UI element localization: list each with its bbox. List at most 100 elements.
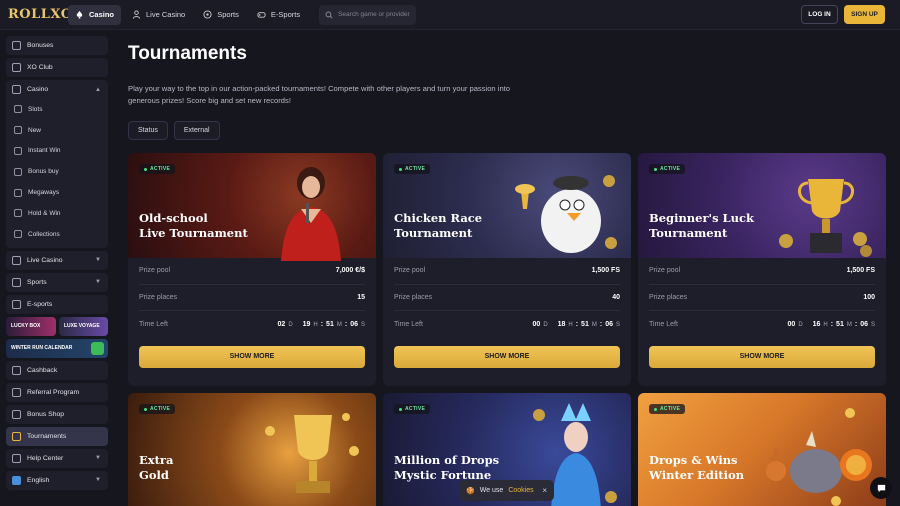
prize-pool-value: 1,500 FS <box>846 267 875 275</box>
active-dot-icon <box>654 167 657 171</box>
prize-places-value: 40 <box>612 293 620 301</box>
card-stats: Prize pool 1,500 FS Prize places 100 Time … <box>638 258 886 338</box>
tournament-card[interactable]: ACTIVE Drops & Wins Winter Edition <box>638 393 886 506</box>
sidebar-item-label: Sports <box>27 278 47 286</box>
gamepad-icon <box>257 12 266 18</box>
language-select[interactable]: English ▼ <box>6 470 108 490</box>
nav-casino[interactable]: Casino <box>68 4 122 25</box>
nav-esports[interactable]: E-Sports <box>250 5 307 25</box>
card-title-line2: Winter Edition <box>649 468 745 482</box>
prize-pool-label: Prize pool <box>394 267 426 275</box>
sidebar-item-casino[interactable]: Casino ▲ <box>6 80 108 99</box>
referral-icon <box>12 387 21 397</box>
promo-lucky-box[interactable]: LUCKY BOX <box>6 316 56 336</box>
show-more-button[interactable]: SHOW MORE <box>649 345 875 368</box>
sidebar-sub-label: New <box>28 126 42 134</box>
timer-days: 00 <box>532 320 541 328</box>
sidebar-sub-slots[interactable]: Slots <box>6 99 108 120</box>
cookie-link[interactable]: Cookies <box>508 487 533 494</box>
filter-external[interactable]: External <box>173 121 220 140</box>
signup-button[interactable]: SIGN UP <box>844 5 885 24</box>
promo-winter-run[interactable]: WINTER RUN CALENDAR <box>6 338 108 358</box>
dealer-illustration <box>281 167 341 261</box>
cart-icon <box>14 167 22 176</box>
sidebar-item-referral[interactable]: Referral Program <box>6 382 108 402</box>
chat-button[interactable] <box>870 477 892 499</box>
card-title-line1: Drops & Wins <box>649 453 738 467</box>
timer-minutes: 51 <box>326 320 334 328</box>
sidebar-sub-instant-win[interactable]: Instant Win <box>6 141 108 162</box>
countdown-timer: 00 D 18 H: 51 M: 06 S <box>532 320 620 328</box>
time-left-row: Time Left 00 D 18 H: 51 M: 06 S <box>394 311 620 338</box>
status-badge-label: ACTIVE <box>150 406 171 412</box>
trophy-icon <box>12 431 21 441</box>
timer-seconds-unit: S <box>870 321 875 328</box>
prize-places-label: Prize places <box>649 293 688 301</box>
sidebar-item-label: Bonuses <box>27 42 54 49</box>
prize-pool-row: Prize pool 1,500 FS <box>394 258 620 285</box>
time-left-row: Time Left 00 D 16 H: 51 M: 06 S <box>649 311 875 338</box>
nav-live-casino[interactable]: Live Casino <box>125 5 192 25</box>
timer-seconds-unit: S <box>360 321 365 328</box>
shop-icon <box>12 409 21 419</box>
timer-seconds: 06 <box>350 320 358 328</box>
sidebar-item-live-casino[interactable]: Live Casino ▼ <box>6 250 108 270</box>
sidebar-item-sports[interactable]: Sports ▼ <box>6 272 108 292</box>
promo-luxe-voyage[interactable]: LUXE VOYAGE <box>59 316 108 336</box>
filter-status[interactable]: Status <box>128 121 168 140</box>
prize-places-row: Prize places 100 <box>649 285 875 311</box>
tournament-card[interactable]: ACTIVE Chicken Race Tournament Prize pool… <box>383 153 631 386</box>
search-input[interactable]: Search game or provider <box>319 4 417 25</box>
timer-hours: 18 <box>557 320 566 328</box>
sidebar-item-help-center[interactable]: Help Center ▼ <box>6 448 108 468</box>
clover-icon <box>91 341 104 355</box>
card-title-line2: Gold <box>139 468 169 482</box>
card-title: Old-school Live Tournament <box>139 211 269 241</box>
tournament-card[interactable]: ACTIVE Old-school Live Tournament Prize p… <box>128 153 376 386</box>
sidebar-item-label: Live Casino <box>27 256 63 264</box>
status-badge: ACTIVE <box>139 164 176 174</box>
sidebar-item-xo-club[interactable]: XO Club <box>6 58 108 77</box>
card-hero: ACTIVE Beginner's Luck Tournament <box>638 153 886 258</box>
card-title: Chicken Race Tournament <box>394 211 524 241</box>
sidebar-sub-new[interactable]: New <box>6 120 108 141</box>
status-badge-label: ACTIVE <box>660 406 681 412</box>
tournament-card[interactable]: ACTIVE Extra Gold <box>128 393 376 506</box>
language-label: English <box>27 476 50 484</box>
prize-pool-label: Prize pool <box>139 267 171 275</box>
prize-pool-row: Prize pool 1,500 FS <box>649 258 875 285</box>
timer-hours-unit: H <box>823 321 828 328</box>
nav-sports[interactable]: Sports <box>196 5 246 25</box>
new-icon <box>14 126 22 135</box>
login-button[interactable]: LOG IN <box>801 5 838 24</box>
show-more-button[interactable]: SHOW MORE <box>139 345 365 368</box>
search-placeholder: Search game or provider <box>338 11 410 18</box>
cookie-icon: 🍪 <box>466 487 475 495</box>
timer-seconds: 06 <box>605 320 613 328</box>
sidebar-item-bonuses[interactable]: Bonuses <box>6 36 108 55</box>
sidebar-sub-hold-win[interactable]: Hold & Win <box>6 203 108 224</box>
timer-minutes: 51 <box>581 320 589 328</box>
card-title: Million of Drops Mystic Fortune <box>394 453 524 483</box>
close-icon[interactable]: × <box>542 486 547 495</box>
prize-pool-value: 7,000 €/$ <box>335 267 365 275</box>
card-title: Extra Gold <box>139 453 269 483</box>
sidebar-item-esports[interactable]: E-sports <box>6 294 108 314</box>
logo[interactable]: ROLLXO <box>8 7 72 22</box>
status-badge: ACTIVE <box>649 404 686 414</box>
card-title-line2: Tournament <box>394 226 473 240</box>
show-more-button[interactable]: SHOW MORE <box>394 345 620 368</box>
sidebar-item-cashback[interactable]: Cashback <box>6 360 108 380</box>
sidebar-sub-megaways[interactable]: Megaways <box>6 182 108 203</box>
chevron-up-icon: ▲ <box>95 86 101 93</box>
countdown-timer: 00 D 16 H: 51 M: 06 S <box>787 320 875 328</box>
sidebar-sub-label: Instant Win <box>28 147 61 155</box>
sidebar-item-tournaments[interactable]: Tournaments <box>6 426 108 446</box>
sidebar-sub-collections[interactable]: Collections <box>6 224 108 245</box>
card-stats: Prize pool 1,500 FS Prize places 40 Time L… <box>383 258 631 338</box>
tournament-card[interactable]: ACTIVE Beginner's Luck Tournament Prize p… <box>638 153 886 386</box>
timer-days-unit: D <box>288 321 293 328</box>
sidebar-casino-group: Casino ▲ Slots New Instant Win Bonus buy … <box>6 80 108 248</box>
sidebar-item-bonus-shop[interactable]: Bonus Shop <box>6 404 108 424</box>
sidebar-sub-bonus-buy[interactable]: Bonus buy <box>6 161 108 182</box>
